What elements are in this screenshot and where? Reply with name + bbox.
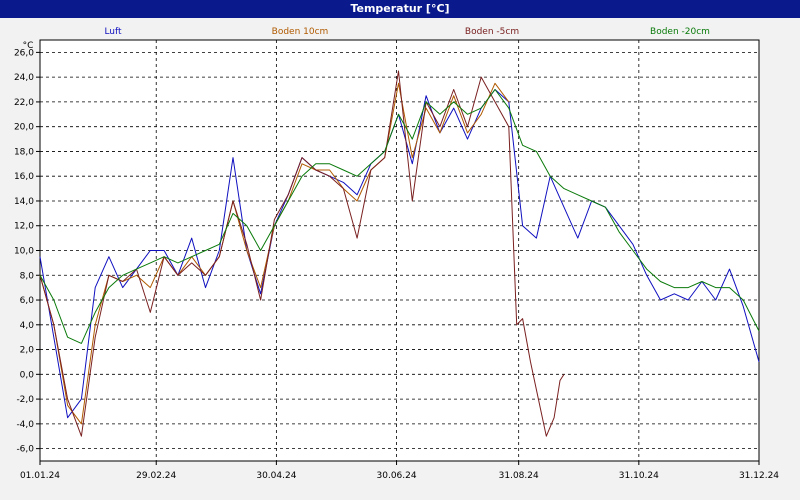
legend-entry-1: Boden 10cm	[272, 27, 329, 37]
window-title: Temperatur [°C]	[0, 0, 800, 18]
y-tick-label: 6,0	[20, 296, 35, 306]
y-tick-label: -4,0	[16, 420, 34, 430]
x-tick-label: 30.06.24	[377, 471, 417, 481]
legend-entry-3: Boden -20cm	[650, 27, 710, 37]
legend-entry-0: Luft	[104, 27, 122, 37]
unit-label: °C	[23, 41, 34, 51]
y-tick-label: 22,0	[14, 98, 34, 108]
temperature-chart: 26,024,022,020,018,016,014,012,010,08,06…	[14, 27, 779, 481]
y-tick-label: 10,0	[14, 247, 34, 257]
chart-panel: 26,0 24,0 22,0 20,0 18,0 16,0 14,0 12,0 10,0 8,0 6…	[0, 18, 800, 500]
x-tick-label: 29.02.24	[136, 471, 176, 481]
y-tick-label: 4,0	[20, 321, 35, 331]
x-tick-label: 30.04.24	[256, 471, 296, 481]
x-tick-label: 31.08.24	[499, 471, 539, 481]
y-tick-label: 20,0	[14, 123, 34, 133]
legend-entry-2: Boden -5cm	[465, 27, 519, 37]
y-tick-label: 14,0	[14, 197, 34, 207]
x-tick-label: 31.12.24	[739, 471, 779, 481]
y-tick-label: 24,0	[14, 73, 34, 83]
y-tick-label: 18,0	[14, 147, 34, 157]
plot-area	[39, 39, 760, 462]
y-tick-label: -2,0	[16, 395, 34, 405]
y-tick-label: 8,0	[20, 271, 35, 281]
y-tick-label: 12,0	[14, 222, 34, 232]
x-tick-label: 31.10.24	[619, 471, 659, 481]
y-tick-label: -6,0	[16, 445, 34, 455]
y-tick-label: 0,0	[20, 370, 35, 380]
x-tick-label: 01.01.24	[20, 471, 60, 481]
y-tick-label: 2,0	[20, 346, 35, 356]
y-tick-label: 16,0	[14, 172, 34, 182]
